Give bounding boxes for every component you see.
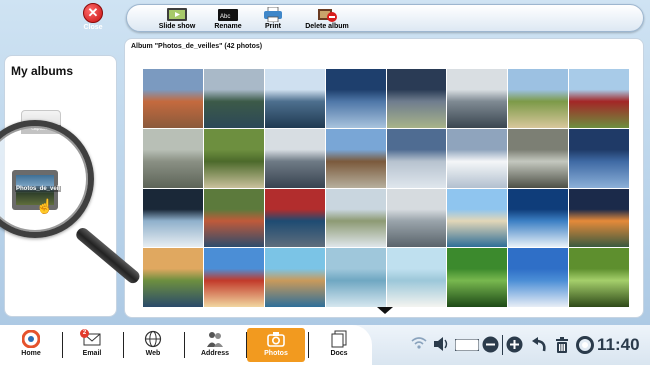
photo-thumbnail[interactable]	[203, 128, 264, 188]
camera-icon	[267, 330, 285, 348]
close-button[interactable]: ✕ Close	[78, 3, 108, 37]
photo-thumbnail[interactable]	[325, 69, 386, 128]
help-lifebuoy-icon[interactable]	[576, 336, 594, 359]
docs-button[interactable]: Docs	[310, 328, 368, 362]
photo-thumbnail[interactable]	[325, 248, 386, 307]
photo-thumbnail[interactable]	[508, 248, 569, 307]
album-title: Album "Photos_de_veilles" (42 photos)	[131, 43, 263, 50]
home-button[interactable]: Home	[2, 328, 60, 362]
taskbar: Home Email 2 Web Address Photos Docs 11:…	[0, 325, 650, 365]
globe-icon	[144, 330, 162, 348]
email-unread-badge: 2	[80, 329, 89, 338]
documents-icon	[330, 330, 348, 348]
slideshow-icon	[166, 7, 188, 22]
photo-thumbnail[interactable]	[447, 128, 508, 188]
print-button[interactable]: Print	[260, 6, 286, 31]
photo-thumbnail[interactable]	[143, 248, 203, 307]
trash-icon[interactable]	[554, 336, 570, 359]
photo-thumbnail[interactable]	[569, 248, 629, 307]
contacts-icon	[206, 330, 224, 348]
scroll-down-arrow-icon[interactable]	[377, 307, 393, 314]
rename-button[interactable]: Abc Rename	[213, 7, 243, 31]
photo-thumbnail[interactable]	[447, 69, 508, 128]
photo-thumbnail[interactable]	[569, 128, 629, 188]
photos-button[interactable]: Photos	[247, 328, 305, 362]
photo-thumbnail[interactable]	[143, 188, 203, 248]
album-content: Album "Photos_de_veilles" (42 photos)	[124, 38, 644, 318]
photo-thumbnail[interactable]	[143, 69, 203, 128]
photo-thumbnail[interactable]	[203, 188, 264, 248]
photo-thumbnail[interactable]	[386, 128, 447, 188]
photo-thumbnail[interactable]	[386, 248, 447, 307]
photo-thumbnail[interactable]	[447, 188, 508, 248]
photo-thumbnail[interactable]	[325, 188, 386, 248]
photo-thumbnail[interactable]	[325, 128, 386, 188]
wifi-icon[interactable]	[411, 336, 427, 355]
web-button[interactable]: Web	[124, 328, 182, 362]
printer-icon	[262, 6, 284, 23]
photo-thumbnail[interactable]	[264, 188, 325, 248]
photo-thumbnail[interactable]	[264, 248, 325, 307]
status-separator	[502, 335, 503, 355]
photo-grid	[143, 69, 629, 307]
photo-thumbnail[interactable]	[203, 248, 264, 307]
sidebar-title: My albums	[11, 64, 74, 78]
back-arrow-icon[interactable]	[530, 336, 548, 359]
album-toolbar: Slide show Abc Rename Print Delete album	[126, 4, 644, 32]
photo-thumbnail[interactable]	[264, 69, 325, 128]
photo-thumbnail[interactable]	[569, 69, 629, 128]
delete-album-icon	[316, 7, 338, 22]
photo-thumbnail[interactable]	[203, 69, 264, 128]
photo-thumbnail[interactable]	[508, 188, 569, 248]
photo-thumbnail[interactable]	[508, 128, 569, 188]
address-button[interactable]: Address	[186, 328, 244, 362]
home-icon	[21, 329, 41, 349]
hand-cursor-icon: ☝	[36, 198, 54, 214]
album-photos-label: Photos_de_veil	[15, 186, 62, 192]
rename-icon: Abc	[217, 7, 239, 22]
volume-level-bar[interactable]	[454, 338, 480, 356]
delete-album-button[interactable]: Delete album	[305, 7, 349, 31]
svg-text:Abc: Abc	[220, 14, 230, 20]
slide-show-button[interactable]: Slide show	[157, 7, 197, 31]
photo-thumbnail[interactable]	[264, 128, 325, 188]
close-icon: ✕	[83, 3, 103, 23]
photo-thumbnail[interactable]	[386, 188, 447, 248]
photo-thumbnail[interactable]	[508, 69, 569, 128]
email-button[interactable]: Email	[63, 328, 121, 362]
photo-thumbnail[interactable]	[143, 128, 203, 188]
photo-thumbnail[interactable]	[386, 69, 447, 128]
clock: 11:40	[597, 335, 640, 354]
volume-icon[interactable]	[433, 336, 449, 357]
photo-thumbnail[interactable]	[569, 188, 629, 248]
volume-up-icon[interactable]	[506, 336, 523, 358]
close-label: Close	[83, 24, 103, 31]
photo-thumbnail[interactable]	[447, 248, 508, 307]
volume-down-icon[interactable]	[482, 336, 499, 358]
